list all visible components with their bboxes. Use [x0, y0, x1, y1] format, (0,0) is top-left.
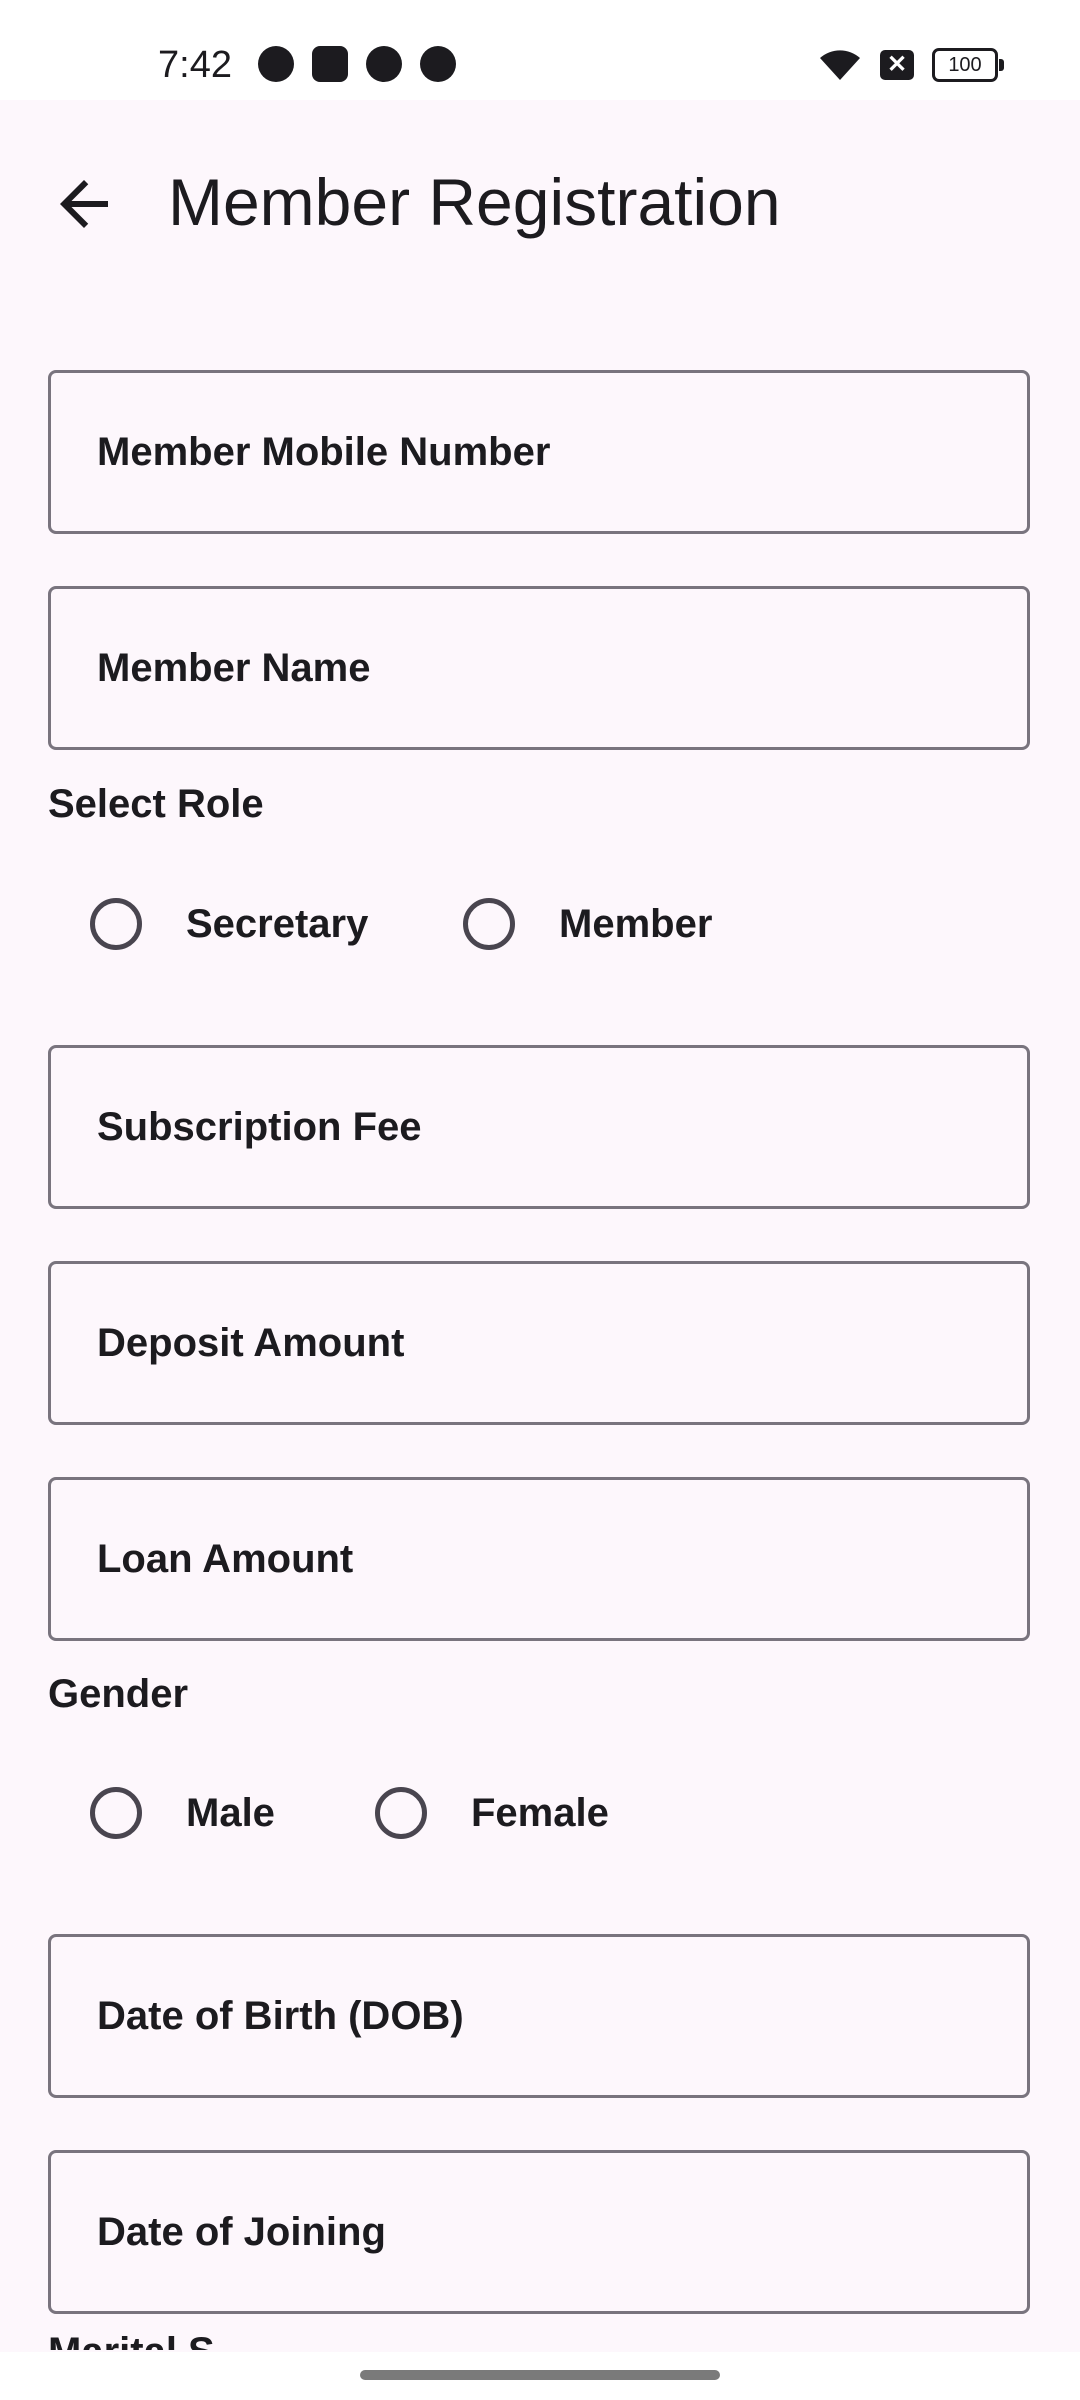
close-box-icon: ✕: [880, 50, 914, 80]
marital-status-label: Marital S...: [48, 2330, 248, 2350]
radio-member[interactable]: Member: [463, 898, 712, 950]
radio-female[interactable]: Female: [375, 1787, 609, 1839]
reddit-icon: [366, 46, 402, 82]
loan-amount-field[interactable]: Loan Amount: [48, 1477, 1030, 1641]
gender-label: Gender: [48, 1672, 189, 1716]
date-of-birth-field[interactable]: Date of Birth (DOB): [48, 1934, 1030, 2098]
field-label: Deposit Amount: [97, 1321, 405, 1365]
field-label: Subscription Fee: [97, 1105, 422, 1149]
radio-label: Male: [186, 1790, 275, 1835]
date-of-joining-field[interactable]: Date of Joining: [48, 2150, 1030, 2314]
radio-label: Member: [559, 901, 713, 946]
subscription-fee-field[interactable]: Subscription Fee: [48, 1045, 1030, 1209]
status-bar: 7:42 ✕ 100: [0, 0, 1080, 100]
radio-label: Secretary: [186, 901, 369, 946]
system-icons: ✕ 100: [818, 48, 1004, 82]
radio-button-icon[interactable]: [90, 898, 142, 950]
battery-icon: 100: [932, 48, 1004, 82]
wifi-icon: [820, 50, 860, 80]
arrow-back-icon[interactable]: [48, 168, 120, 240]
notification-icons: [258, 46, 456, 82]
page-title: Member Registration: [168, 165, 781, 239]
member-name-field[interactable]: Member Name: [48, 586, 1030, 750]
field-label: Member Name: [97, 646, 371, 690]
status-time: 7:42: [158, 44, 232, 86]
member-mobile-number-field[interactable]: Member Mobile Number: [48, 370, 1030, 534]
app-icon: [312, 46, 348, 82]
home-indicator[interactable]: [360, 2370, 720, 2380]
radio-secretary[interactable]: Secretary: [90, 898, 368, 950]
select-role-label: Select Role: [48, 782, 264, 826]
radio-button-icon[interactable]: [375, 1787, 427, 1839]
field-label: Member Mobile Number: [97, 430, 551, 474]
field-label: Loan Amount: [97, 1537, 354, 1581]
radio-label: Female: [471, 1790, 609, 1835]
radio-button-icon[interactable]: [90, 1787, 142, 1839]
club-badge-icon: [420, 46, 456, 82]
radio-button-icon[interactable]: [463, 898, 515, 950]
field-label: Date of Birth (DOB): [97, 1994, 464, 2038]
radio-male[interactable]: Male: [90, 1787, 275, 1839]
field-label: Date of Joining: [97, 2210, 386, 2254]
deposit-amount-field[interactable]: Deposit Amount: [48, 1261, 1030, 1425]
transit-icon: [258, 46, 294, 82]
